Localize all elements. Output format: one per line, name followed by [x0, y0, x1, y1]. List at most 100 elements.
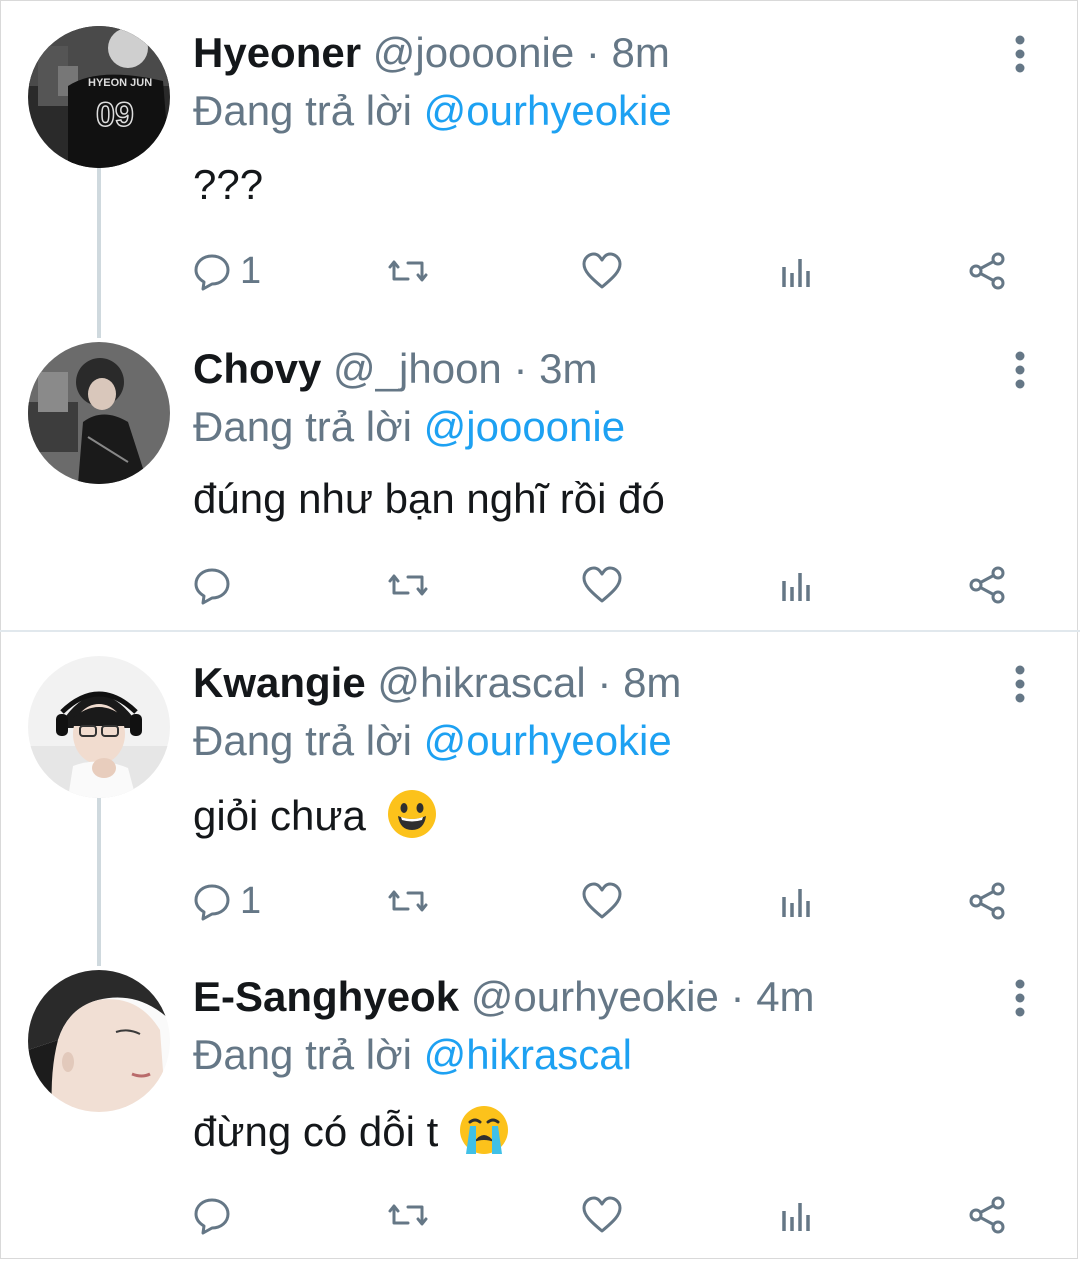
- display-name[interactable]: Hyeoner: [193, 29, 361, 76]
- like-icon: [582, 252, 622, 289]
- retweet-button[interactable]: [386, 1192, 430, 1238]
- tweet-text: đừng có dỗi t: [193, 1104, 510, 1157]
- mention-link[interactable]: @hikrascal: [424, 1031, 632, 1078]
- replying-to: Đang trả lời @joooonie: [193, 402, 625, 452]
- like-button[interactable]: [580, 1192, 624, 1238]
- replying-to: Đang trả lời @ourhyeokie: [193, 716, 672, 766]
- like-button[interactable]: [580, 562, 624, 608]
- analytics-icon: [782, 573, 810, 601]
- avatar-image: [28, 970, 170, 1112]
- separator-dot: ·: [597, 659, 612, 706]
- replying-to-label: Đang trả lời: [193, 87, 412, 134]
- avatar-image: HYEON JUN 09: [28, 26, 170, 168]
- tweet-text-content: giỏi chưa: [193, 792, 366, 839]
- share-button[interactable]: [966, 878, 1010, 924]
- more-icon[interactable]: [1004, 978, 1036, 1018]
- share-icon: [969, 252, 1005, 290]
- share-button[interactable]: [966, 562, 1010, 608]
- tweet-actions: 1: [190, 248, 1030, 294]
- analytics-button[interactable]: [774, 562, 818, 608]
- replying-to-label: Đang trả lời: [193, 403, 412, 450]
- timestamp[interactable]: 8m: [612, 29, 670, 76]
- tweet-actions: 1: [190, 878, 1030, 924]
- replying-to: Đang trả lời @hikrascal: [193, 1030, 632, 1080]
- tweet-header: Kwangie @hikrascal · 8m: [193, 658, 681, 708]
- tweet-header: E-Sanghyeok @ourhyeokie · 4m: [193, 972, 815, 1022]
- reply-button[interactable]: [190, 1192, 240, 1238]
- mention-link[interactable]: @ourhyeokie: [424, 87, 672, 134]
- thread-line: [97, 168, 101, 338]
- mention-link[interactable]: @joooonie: [424, 403, 625, 450]
- reply-icon: [194, 568, 230, 605]
- share-button[interactable]: [966, 1192, 1010, 1238]
- separator-dot: ·: [513, 345, 528, 392]
- display-name[interactable]: E-Sanghyeok: [193, 973, 459, 1020]
- analytics-button[interactable]: [774, 248, 818, 294]
- retweet-icon: [388, 890, 428, 912]
- share-icon: [969, 882, 1005, 920]
- more-icon[interactable]: [1004, 34, 1036, 74]
- tweet-actions: [190, 562, 1030, 608]
- separator-dot: ·: [585, 29, 600, 76]
- like-icon: [582, 1196, 622, 1233]
- thread-line: [97, 798, 101, 966]
- user-handle[interactable]: @_jhoon: [333, 345, 502, 392]
- reply-button[interactable]: 1: [190, 248, 261, 294]
- avatar-jersey-number: 09: [96, 96, 134, 134]
- retweet-button[interactable]: [386, 562, 430, 608]
- more-icon[interactable]: [1004, 350, 1036, 390]
- display-name[interactable]: Chovy: [193, 345, 321, 392]
- analytics-icon: [782, 889, 810, 917]
- timestamp[interactable]: 8m: [623, 659, 681, 706]
- separator-dot: ·: [730, 973, 745, 1020]
- reply-icon: [194, 884, 230, 921]
- like-icon: [582, 566, 622, 603]
- reply-icon: [194, 1198, 230, 1235]
- like-button[interactable]: [580, 878, 624, 924]
- reply-icon: [194, 254, 230, 291]
- analytics-button[interactable]: [774, 1192, 818, 1238]
- user-handle[interactable]: @hikrascal: [377, 659, 585, 706]
- reply-button[interactable]: 1: [190, 878, 261, 924]
- display-name[interactable]: Kwangie: [193, 659, 366, 706]
- reply-button[interactable]: [190, 562, 240, 608]
- tweet-text: đúng như bạn nghĩ rồi đó: [193, 475, 665, 522]
- tweet-header: Chovy @_jhoon · 3m: [193, 344, 598, 394]
- avatar[interactable]: [28, 970, 170, 1112]
- tweet-actions: [190, 1192, 1030, 1238]
- reply-count: 1: [240, 880, 262, 922]
- tweet-text-content: đừng có dỗi t: [193, 1108, 439, 1155]
- retweet-button[interactable]: [386, 248, 430, 294]
- tweet-text: ???: [193, 161, 264, 208]
- user-handle[interactable]: @joooonie: [373, 29, 574, 76]
- avatar[interactable]: HYEON JUN 09: [28, 26, 170, 168]
- retweet-icon: [388, 260, 428, 282]
- avatar-image: [28, 342, 170, 484]
- retweet-icon: [388, 1204, 428, 1226]
- analytics-button[interactable]: [774, 878, 818, 924]
- avatar-image: [28, 656, 170, 798]
- analytics-icon: [782, 259, 810, 287]
- replying-to-label: Đang trả lời: [193, 1031, 412, 1078]
- timestamp[interactable]: 4m: [756, 973, 814, 1020]
- share-button[interactable]: [966, 248, 1010, 294]
- avatar-jersey-name: HYEON JUN: [88, 77, 152, 89]
- mention-link[interactable]: @ourhyeokie: [424, 717, 672, 764]
- more-icon[interactable]: [1004, 664, 1036, 704]
- share-icon: [969, 1196, 1005, 1234]
- tweet-text: giỏi chưa: [193, 788, 438, 841]
- like-button[interactable]: [580, 248, 624, 294]
- retweet-icon: [388, 574, 428, 596]
- loudly-crying-face-icon: [459, 1106, 508, 1154]
- tweet-header: Hyeoner @joooonie · 8m: [193, 28, 670, 78]
- avatar[interactable]: [28, 342, 170, 484]
- replying-to: Đang trả lời @ourhyeokie: [193, 86, 672, 136]
- user-handle[interactable]: @ourhyeokie: [471, 973, 719, 1020]
- retweet-button[interactable]: [386, 878, 430, 924]
- timestamp[interactable]: 3m: [539, 345, 597, 392]
- tweet-divider: [0, 630, 1080, 632]
- share-icon: [969, 566, 1005, 604]
- like-icon: [582, 882, 622, 919]
- reply-count: 1: [240, 250, 262, 292]
- avatar[interactable]: [28, 656, 170, 798]
